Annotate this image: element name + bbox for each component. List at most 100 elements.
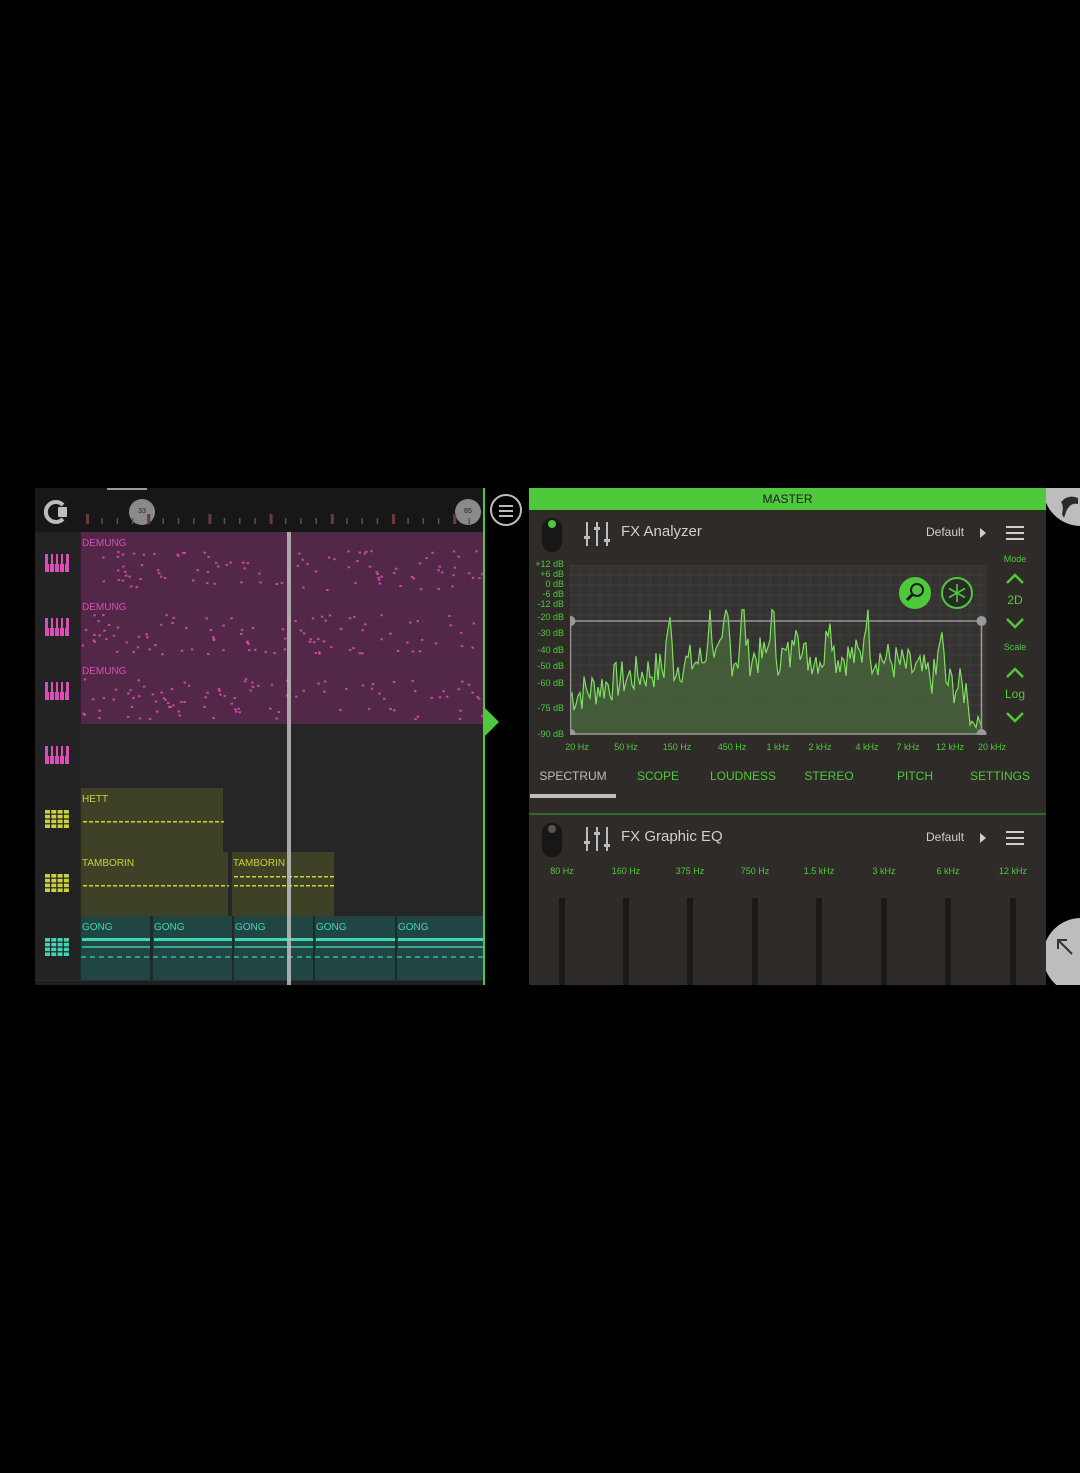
note: [264, 876, 268, 878]
track-row[interactable]: TAMBORIN TAMBORIN: [35, 852, 485, 917]
track-header[interactable]: [35, 788, 81, 852]
magnifier-icon[interactable]: [899, 577, 931, 609]
mode-down-chevron-icon[interactable]: [1005, 617, 1025, 629]
note: [457, 555, 460, 558]
note: [396, 649, 400, 652]
note: [209, 629, 213, 632]
clip[interactable]: DEMUNG: [80, 660, 485, 724]
fx-analyzer-power-toggle[interactable]: [542, 518, 562, 552]
eq-band-slider[interactable]: [687, 898, 693, 985]
fx-analyzer-preset[interactable]: Default: [926, 525, 964, 539]
playhead[interactable]: [287, 532, 291, 985]
clip[interactable]: GONG: [314, 916, 395, 980]
note: [347, 550, 350, 553]
clip[interactable]: TAMBORIN: [80, 852, 229, 916]
note: [125, 641, 129, 644]
snowflake-icon[interactable]: [941, 577, 973, 609]
scale-down-chevron-icon[interactable]: [1005, 711, 1025, 723]
note: [317, 638, 320, 641]
fx-graphic-eq-preset[interactable]: Default: [926, 830, 964, 844]
note: [418, 562, 422, 565]
note: [206, 582, 209, 585]
track-lane[interactable]: DEMUNG: [80, 660, 485, 724]
track-header[interactable]: [35, 916, 81, 980]
track-header[interactable]: [35, 660, 81, 724]
clip[interactable]: GONG: [233, 916, 313, 980]
eq-band-slider[interactable]: [559, 898, 565, 985]
note: [315, 956, 320, 958]
note: [204, 696, 207, 699]
note: [148, 648, 151, 651]
note: [179, 885, 183, 887]
clip[interactable]: TAMBORIN: [231, 852, 334, 916]
db-tick-label: -40 dB: [537, 645, 564, 655]
fx-graphic-eq-power-toggle[interactable]: [542, 823, 562, 857]
fx-graphic-eq-menu-icon[interactable]: [1006, 831, 1024, 845]
note: [132, 651, 136, 654]
note: [282, 885, 286, 887]
track-lane[interactable]: GONG GONG GONG GONG GONG: [80, 916, 485, 980]
tab-scope[interactable]: SCOPE: [637, 769, 679, 783]
timeline-ruler[interactable]: 33 65: [35, 488, 485, 533]
tab-stereo[interactable]: STEREO: [804, 769, 853, 783]
note: [431, 551, 434, 554]
clip[interactable]: GONG: [152, 916, 232, 980]
track-row[interactable]: DEMUNG: [35, 532, 486, 597]
eq-band-slider[interactable]: [881, 898, 887, 985]
eq-band-slider[interactable]: [1010, 898, 1016, 985]
track-header[interactable]: [35, 852, 81, 916]
track-header[interactable]: [35, 724, 81, 788]
fx-analyzer-menu-icon[interactable]: [1006, 526, 1024, 540]
track-row[interactable]: GONG GONG GONG GONG GONG: [35, 916, 485, 981]
hz-tick-label: 20 Hz: [565, 742, 589, 752]
eq-band-slider[interactable]: [623, 898, 629, 985]
track-row[interactable]: DEMUNG: [35, 660, 485, 725]
tab-spectrum[interactable]: SPECTRUM: [539, 769, 606, 783]
clip[interactable]: DEMUNG: [80, 532, 486, 596]
ruler-ticks: [86, 514, 470, 524]
loop-icon[interactable]: [41, 496, 73, 528]
note: [127, 692, 130, 695]
track-lane[interactable]: DEMUNG: [80, 596, 485, 660]
note: [406, 956, 411, 958]
clip[interactable]: HETT: [80, 788, 224, 852]
note-line: [82, 946, 150, 948]
db-tick-label: -60 dB: [537, 678, 564, 688]
zoom-handle[interactable]: [976, 616, 987, 626]
track-row[interactable]: DEMUNG: [35, 596, 485, 661]
main-menu-button[interactable]: [490, 494, 522, 526]
eq-band-slider[interactable]: [945, 898, 951, 985]
scale-up-chevron-icon[interactable]: [1005, 667, 1025, 679]
app-logo-button[interactable]: [1046, 488, 1080, 548]
note: [309, 638, 313, 641]
track-header[interactable]: [35, 596, 81, 660]
tab-settings[interactable]: SETTINGS: [970, 769, 1030, 783]
eq-band-slider[interactable]: [816, 898, 822, 985]
track-lane[interactable]: DEMUNG: [80, 532, 486, 596]
hz-tick-label: 2 kHz: [808, 742, 832, 752]
note: [223, 694, 227, 697]
ruler-tick: [437, 518, 440, 524]
fullscreen-button[interactable]: [1046, 918, 1080, 985]
eq-band-slider[interactable]: [752, 898, 758, 985]
track-lane[interactable]: TAMBORIN TAMBORIN: [80, 852, 485, 916]
track-row[interactable]: HETT: [35, 788, 485, 853]
note: [172, 616, 175, 619]
clip[interactable]: GONG: [396, 916, 485, 980]
tab-pitch[interactable]: PITCH: [897, 769, 933, 783]
note: [138, 695, 141, 698]
collapse-panel-arrow-icon[interactable]: [485, 708, 499, 736]
track-header[interactable]: [35, 532, 81, 596]
track-row[interactable]: [35, 724, 485, 789]
ruler-tick: [376, 518, 379, 524]
mode-up-chevron-icon[interactable]: [1005, 573, 1025, 585]
preset-next-icon[interactable]: [980, 833, 986, 843]
note-line: [316, 946, 395, 948]
preset-next-icon[interactable]: [980, 528, 986, 538]
clip[interactable]: GONG: [80, 916, 150, 980]
track-lane[interactable]: [80, 724, 485, 788]
tab-loudness[interactable]: LOUDNESS: [710, 769, 776, 783]
track-lane[interactable]: HETT: [80, 788, 485, 852]
clip[interactable]: DEMUNG: [80, 596, 485, 660]
note: [119, 885, 123, 887]
